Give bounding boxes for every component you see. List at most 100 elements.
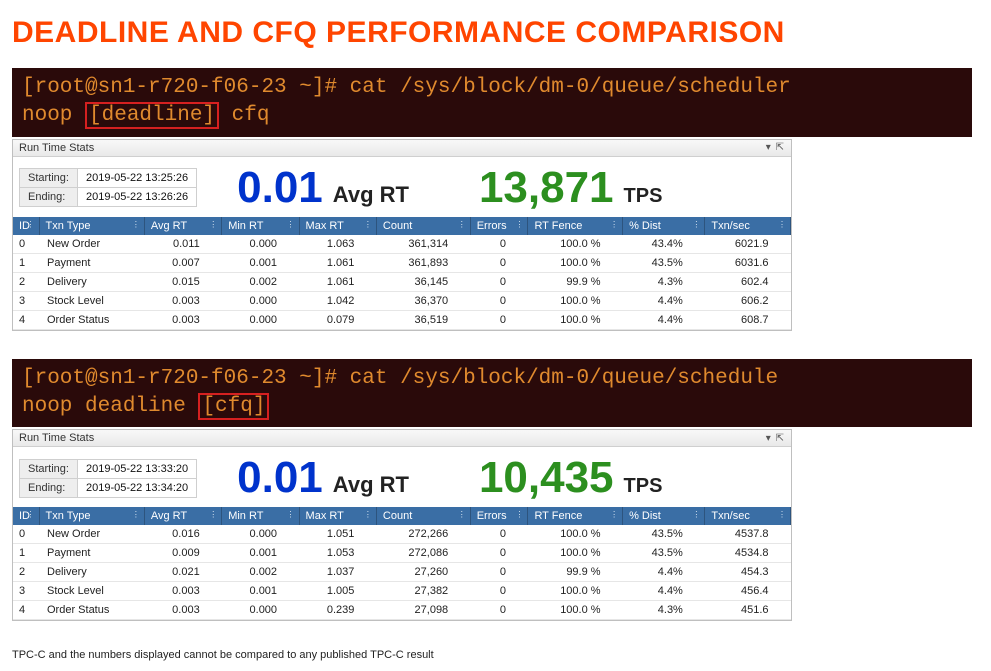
time-range-table: Starting:2019-05-22 13:33:20Ending:2019-… [19,459,197,498]
cell-txn-sec: 4534.8 [705,544,791,563]
sort-icon[interactable]: ⋮ [610,220,618,229]
column-header[interactable]: % Dist⋮ [623,217,705,235]
column-header[interactable]: Count⋮ [376,507,470,525]
column-header[interactable]: Txn Type⋮ [39,507,144,525]
time-range-table: Starting:2019-05-22 13:25:26Ending:2019-… [19,168,197,207]
tps-value: 13,871 [479,163,614,213]
panel-window-controls[interactable]: ▾ ⇱ [766,433,785,444]
cell-txn-type: Payment [39,544,144,563]
cell-count: 36,519 [376,310,470,329]
sort-icon[interactable]: ⋮ [27,510,35,519]
sort-icon[interactable]: ⋮ [458,510,466,519]
stats-table: ID⋮Txn Type⋮Avg RT⋮Min RT⋮Max RT⋮Count⋮E… [13,507,791,620]
sort-icon[interactable]: ⋮ [458,220,466,229]
sort-icon[interactable]: ⋮ [692,510,700,519]
column-header[interactable]: Errors⋮ [470,217,528,235]
sort-icon[interactable]: ⋮ [209,220,217,229]
column-header[interactable]: Min RT⋮ [222,217,299,235]
run-time-stats-panel: Run Time Stats▾ ⇱ Starting:2019-05-22 13:… [12,429,792,621]
avg-rt-value: 0.01 [237,453,323,503]
column-header[interactable]: Avg RT⋮ [144,507,221,525]
cell-errors: 0 [470,291,528,310]
sort-icon[interactable]: ⋮ [209,510,217,519]
column-header[interactable]: % Dist⋮ [623,507,705,525]
sort-icon[interactable]: ⋮ [132,220,140,229]
starting-label: Starting: [20,459,78,478]
column-header[interactable]: Max RT⋮ [299,507,376,525]
cell-count: 27,382 [376,582,470,601]
sort-icon[interactable]: ⋮ [132,510,140,519]
cell-count: 272,266 [376,525,470,544]
column-header[interactable]: RT Fence⋮ [528,217,623,235]
cell-avg-rt: 0.021 [144,563,221,582]
sort-icon[interactable]: ⋮ [364,510,372,519]
avg-rt-value: 0.01 [237,163,323,213]
column-header[interactable]: Errors⋮ [470,507,528,525]
terminal-output-highlight: [cfq] [198,393,269,420]
column-header[interactable]: ID⋮ [13,217,39,235]
column-header[interactable]: Txn/sec⋮ [705,217,791,235]
starting-value: 2019-05-22 13:33:20 [77,459,196,478]
sort-icon[interactable]: ⋮ [692,220,700,229]
sort-icon[interactable]: ⋮ [27,220,35,229]
cell-id: 4 [13,310,39,329]
sort-icon[interactable]: ⋮ [778,510,786,519]
cell-rt-fence: 100.0 % [528,525,623,544]
terminal-output-pre: noop [22,104,85,127]
cell-id: 0 [13,235,39,254]
pin-icon[interactable]: ⇱ [776,433,785,444]
sort-icon[interactable]: ⋮ [515,220,523,229]
cell-min-rt: 0.001 [222,253,299,272]
cell-max-rt: 1.005 [299,582,376,601]
cell-avg-rt: 0.016 [144,525,221,544]
sort-icon[interactable]: ⋮ [364,220,372,229]
cell-txn-sec: 606.2 [705,291,791,310]
minimize-icon[interactable]: ▾ [766,142,772,153]
cell-id: 3 [13,582,39,601]
cell-rt-fence: 100.0 % [528,253,623,272]
pin-icon[interactable]: ⇱ [776,142,785,153]
table-row: 2Delivery0.0150.0021.06136,145099.9 %4.3… [13,272,791,291]
page-title: DEADLINE AND CFQ PERFORMANCE COMPARISON [12,16,979,50]
cell-id: 3 [13,291,39,310]
cell-min-rt: 0.001 [222,544,299,563]
column-header[interactable]: Txn Type⋮ [39,217,144,235]
column-header[interactable]: Count⋮ [376,217,470,235]
sort-icon[interactable]: ⋮ [287,220,295,229]
cell-rt-fence: 100.0 % [528,601,623,620]
sort-icon[interactable]: ⋮ [287,510,295,519]
table-row: 4Order Status0.0030.0000.23927,0980100.0… [13,601,791,620]
footnote-text: TPC-C and the numbers displayed cannot b… [12,649,979,661]
run-time-stats-panel: Run Time Stats▾ ⇱ Starting:2019-05-22 13:… [12,139,792,331]
cell-id: 4 [13,601,39,620]
ending-label: Ending: [20,478,78,497]
panel-titlebar: Run Time Stats▾ ⇱ [13,430,791,447]
cell-errors: 0 [470,272,528,291]
sort-icon[interactable]: ⋮ [610,510,618,519]
panel-titlebar: Run Time Stats▾ ⇱ [13,140,791,157]
tps-metric: 13,871TPS [479,163,662,213]
sort-icon[interactable]: ⋮ [515,510,523,519]
column-header[interactable]: RT Fence⋮ [528,507,623,525]
table-row: 4Order Status0.0030.0000.07936,5190100.0… [13,310,791,329]
panel-window-controls[interactable]: ▾ ⇱ [766,142,785,153]
column-header[interactable]: Txn/sec⋮ [705,507,791,525]
cell-txn-type: Stock Level [39,582,144,601]
column-header[interactable]: Avg RT⋮ [144,217,221,235]
column-header[interactable]: ID⋮ [13,507,39,525]
terminal-line-1: [root@sn1-r720-f06-23 ~]# cat /sys/block… [22,365,962,393]
terminal-command: cat /sys/block/dm-0/queue/schedule [350,367,778,390]
metrics-row: 0.01Avg RT13,871TPS [237,163,662,213]
cell-count: 361,893 [376,253,470,272]
cell-rt-fence: 99.9 % [528,272,623,291]
cell-id: 1 [13,544,39,563]
avg-rt-label: Avg RT [333,472,409,498]
cell-count: 36,145 [376,272,470,291]
table-row: 3Stock Level0.0030.0011.00527,3820100.0 … [13,582,791,601]
column-header[interactable]: Min RT⋮ [222,507,299,525]
cell-max-rt: 0.239 [299,601,376,620]
starting-value: 2019-05-22 13:25:26 [77,169,196,188]
column-header[interactable]: Max RT⋮ [299,217,376,235]
minimize-icon[interactable]: ▾ [766,433,772,444]
sort-icon[interactable]: ⋮ [778,220,786,229]
